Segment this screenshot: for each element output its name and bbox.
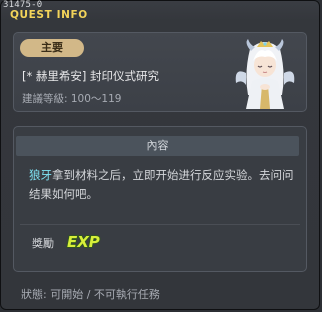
quest-name: [* 赫里希安] 封印仪式研究 xyxy=(22,69,160,83)
reward-label: 獎勵 xyxy=(32,237,54,250)
npc-portrait-icon xyxy=(235,39,295,109)
content-section-title: 內容 xyxy=(16,136,299,156)
exp-icon-text: EXP xyxy=(67,233,100,251)
reward-divider xyxy=(20,224,300,225)
quest-status: 狀態: 可開始 / 不可執行任務 xyxy=(21,288,160,301)
description-text: 拿到材料之后，立即开始进行反应实验。去问问结果如何吧。 xyxy=(29,168,294,201)
quest-description: 狼牙拿到材料之后，立即开始进行反应实验。去问问结果如何吧。 xyxy=(29,166,299,204)
quest-type-tag: 主要 xyxy=(20,39,84,57)
description-highlight: 狼牙 xyxy=(29,168,52,182)
window-title[interactable]: QUEST INFO xyxy=(10,9,88,21)
exp-icon: EXP xyxy=(66,232,100,251)
required-level: 建議等級: 100～119 xyxy=(22,93,122,105)
